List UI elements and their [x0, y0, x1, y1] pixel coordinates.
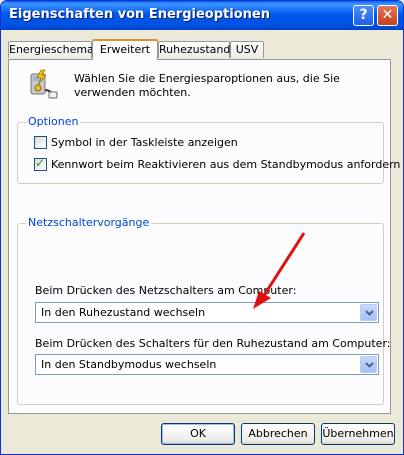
password-resume-option[interactable]: ✓ Kennwort beim Reaktivieren aus dem Sta… — [34, 155, 401, 171]
apply-button[interactable]: Übernehmen — [321, 423, 395, 445]
help-button[interactable]: ? — [353, 5, 374, 26]
options-legend: Optionen — [26, 115, 81, 128]
dialog-window: Eigenschaften von Energieoptionen ? ✕ En… — [0, 0, 404, 455]
checkmark-icon: ✓ — [35, 155, 46, 170]
close-button[interactable]: ✕ — [377, 5, 398, 26]
power-button-select[interactable]: In den Ruhezustand wechseln — [35, 302, 379, 323]
sleep-button-select[interactable]: In den Standbymodus wechseln — [35, 354, 379, 375]
power-buttons-legend: Netzschaltervorgänge — [26, 216, 152, 229]
cancel-button[interactable]: Abbrechen — [241, 423, 315, 445]
taskbar-icon-label: Symbol in der Taskleiste anzeigen — [51, 135, 238, 149]
tab-usv[interactable]: USV — [230, 41, 264, 58]
chevron-down-icon[interactable] — [360, 356, 377, 373]
password-resume-checkbox[interactable]: ✓ — [34, 155, 47, 171]
power-options-icon — [30, 69, 58, 99]
tab-erweitert[interactable]: Erweitert — [92, 39, 158, 60]
intro-text: Wählen Sie die Energiesparoptionen aus, … — [74, 72, 340, 99]
chevron-down-icon[interactable] — [360, 304, 377, 321]
ok-button[interactable]: OK — [161, 423, 235, 445]
tab-panel: Wählen Sie die Energiesparoptionen aus, … — [8, 59, 400, 414]
sleep-button-label: Beim Drücken des Schalters für den Ruhez… — [35, 337, 391, 350]
power-button-label: Beim Drücken des Netzschalters am Comput… — [35, 284, 297, 297]
options-group: Optionen Symbol in der Taskleiste anzeig… — [17, 115, 400, 184]
taskbar-icon-checkbox[interactable] — [34, 135, 47, 149]
password-resume-label: Kennwort beim Reaktivieren aus dem Stand… — [51, 157, 401, 171]
tab-ruhezustand[interactable]: Ruhezustand — [158, 41, 230, 58]
tab-energieschemas[interactable]: Energieschemas — [8, 41, 100, 58]
window-title: Eigenschaften von Energieoptionen — [9, 7, 270, 22]
taskbar-icon-option[interactable]: Symbol in der Taskleiste anzeigen — [34, 135, 238, 149]
power-button-value: In den Ruhezustand wechseln — [41, 306, 206, 319]
title-bar[interactable]: Eigenschaften von Energieoptionen ? ✕ — [1, 1, 403, 30]
sleep-button-value: In den Standbymodus wechseln — [41, 358, 217, 371]
